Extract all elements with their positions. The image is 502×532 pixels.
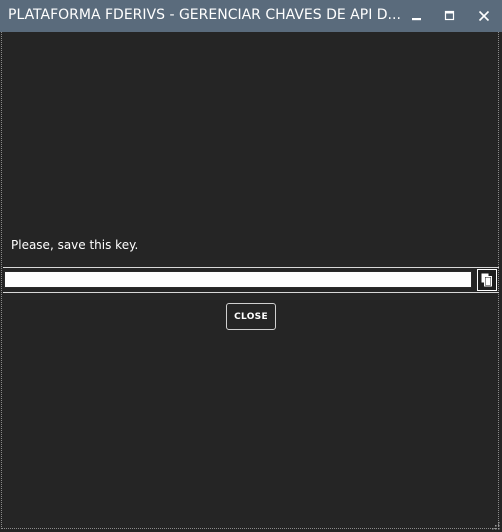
close-icon bbox=[478, 10, 490, 22]
copy-icon bbox=[481, 273, 492, 287]
key-field-row bbox=[3, 267, 499, 293]
api-key-field[interactable] bbox=[4, 271, 472, 288]
resize-grip-icon[interactable] bbox=[490, 520, 500, 530]
maximize-button[interactable] bbox=[433, 0, 467, 32]
title-bar[interactable]: PLATAFORMA FDERIVS - GERENCIAR CHAVES DE… bbox=[0, 0, 502, 32]
maximize-icon bbox=[444, 10, 455, 21]
minimize-icon bbox=[412, 18, 421, 21]
close-button[interactable]: CLOSE bbox=[226, 303, 276, 330]
copy-key-button[interactable] bbox=[477, 269, 497, 291]
save-key-message: Please, save this key. bbox=[11, 238, 139, 252]
minimize-button[interactable] bbox=[400, 0, 434, 32]
api-key-window: PLATAFORMA FDERIVS - GERENCIAR CHAVES DE… bbox=[0, 0, 502, 532]
window-title: PLATAFORMA FDERIVS - GERENCIAR CHAVES DE… bbox=[8, 7, 400, 23]
window-close-button[interactable] bbox=[467, 0, 501, 32]
